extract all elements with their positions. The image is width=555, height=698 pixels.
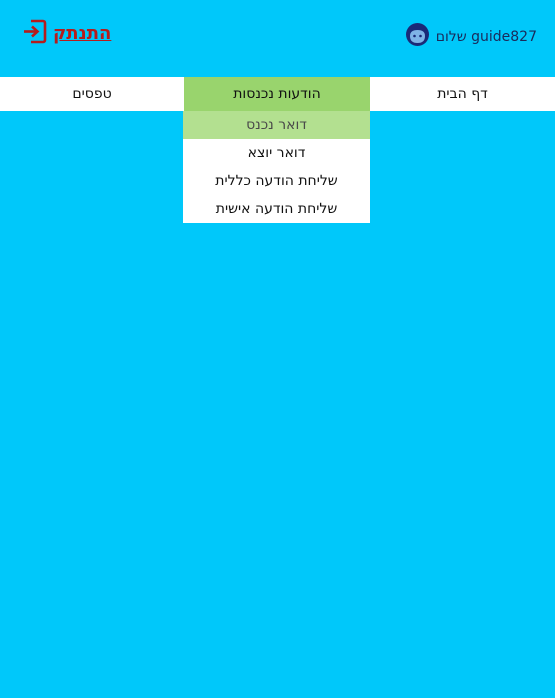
logout-icon[interactable] xyxy=(22,19,47,48)
nav-item-home[interactable]: דף הבית xyxy=(370,77,555,111)
logout-label[interactable]: התנתק xyxy=(53,24,111,43)
header: התנתק שלום guide827 xyxy=(0,0,555,77)
avatar-icon xyxy=(405,22,430,51)
dropdown-item-send-general[interactable]: שליחת הודעה כללית xyxy=(183,167,370,195)
dropdown-item-outbox[interactable]: דואר יוצא xyxy=(183,139,370,167)
dropdown-item-inbox[interactable]: דואר נכנס xyxy=(183,111,370,139)
user-greeting: שלום guide827 xyxy=(405,22,537,51)
logout-button[interactable]: התנתק xyxy=(22,19,111,48)
nav-item-forms[interactable]: טפסים xyxy=(0,77,184,111)
dropdown-item-send-personal[interactable]: שליחת הודעה אישית xyxy=(183,195,370,223)
nav-item-incoming-messages[interactable]: הודעות נכנסות xyxy=(184,77,370,111)
messages-dropdown: דואר נכנס דואר יוצא שליחת הודעה כללית של… xyxy=(183,111,370,223)
main-nav: טפסים הודעות נכנסות דף הבית xyxy=(0,77,555,111)
greeting-text: שלום guide827 xyxy=(435,28,537,45)
